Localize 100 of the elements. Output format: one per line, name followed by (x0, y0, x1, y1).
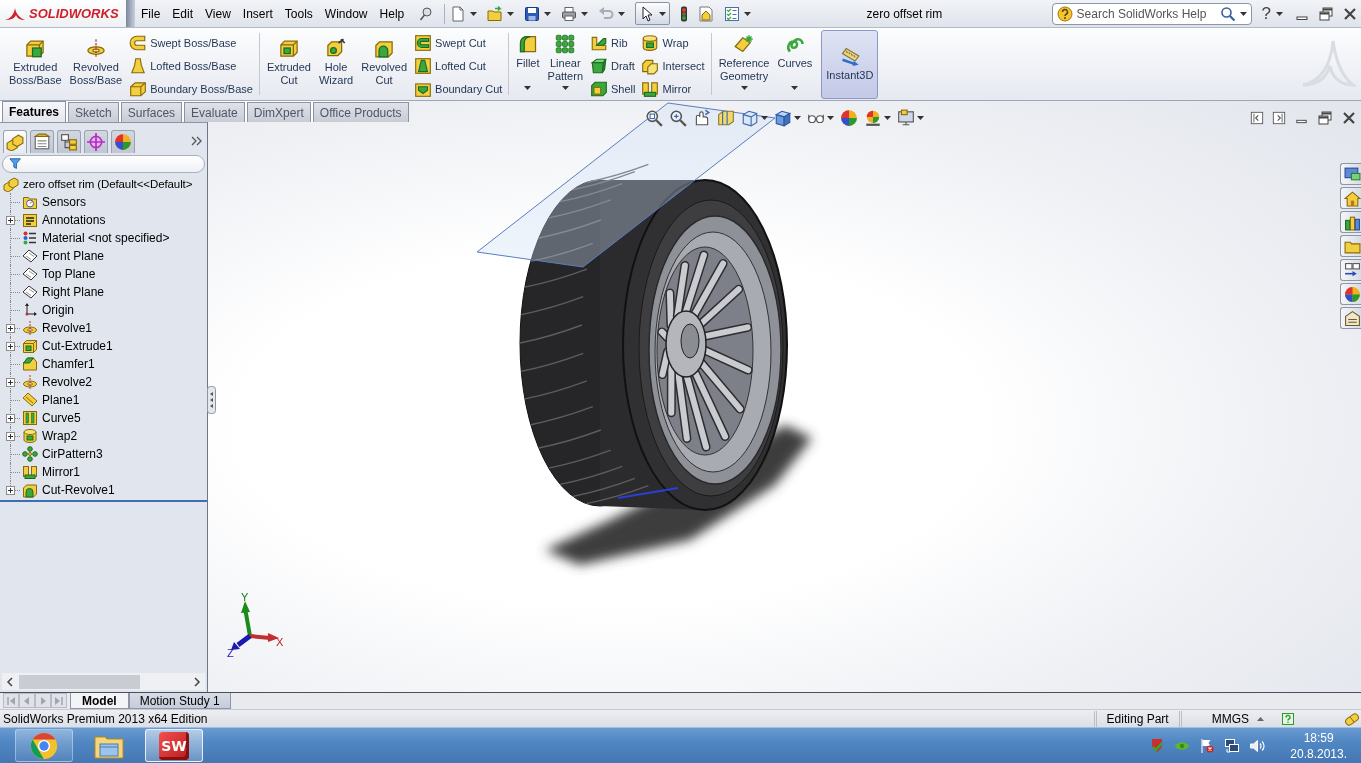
command-button[interactable]: Boundary Boss/Base (126, 77, 256, 100)
tree-item[interactable]: Annotations (22, 212, 106, 228)
tile-right-icon[interactable] (1272, 110, 1286, 125)
command-button[interactable]: Revolved Cut (357, 28, 412, 100)
clock-date[interactable]: 20.8.2013. (1290, 745, 1347, 762)
help-button[interactable]: ? (1258, 3, 1286, 24)
restore-icon[interactable] (1318, 5, 1334, 22)
command-button[interactable]: Reference Geometry (714, 28, 774, 100)
sphere-icon[interactable] (840, 108, 858, 127)
plus-box-icon[interactable] (6, 432, 15, 441)
tree-item[interactable]: Cut-Revolve1 (22, 482, 115, 498)
select-button[interactable] (635, 2, 671, 25)
caret-down-icon[interactable] (618, 11, 626, 16)
command-button[interactable]: Revolved Boss/Base (65, 28, 127, 100)
magnifier-icon[interactable] (669, 108, 687, 127)
caret-down-icon[interactable] (524, 86, 532, 90)
menu-item[interactable]: Edit (166, 3, 200, 24)
small-triangles-icon[interactable] (207, 386, 216, 414)
menu-item[interactable]: Insert (236, 3, 279, 24)
menu-item[interactable]: Tools (278, 3, 319, 24)
plus-box-icon[interactable] (6, 342, 15, 351)
task-pane-tab[interactable] (1340, 259, 1361, 281)
command-button[interactable]: Shell (587, 77, 639, 100)
command-button[interactable]: Swept Boss/Base (126, 31, 256, 54)
menu-item[interactable]: Help (373, 3, 411, 24)
hand-arrow-icon[interactable] (693, 108, 711, 127)
chevron-right-icon[interactable] (191, 675, 203, 688)
tree-item[interactable]: Top Plane (22, 266, 96, 282)
search-field[interactable]: Search SolidWorks Help (1051, 2, 1252, 25)
caret-down-icon[interactable] (884, 115, 891, 120)
pin-icon[interactable] (418, 5, 435, 22)
command-button[interactable]: Lofted Cut (411, 54, 506, 77)
command-button[interactable]: Extruded Boss/Base (5, 28, 66, 100)
tree-item[interactable]: Front Plane (22, 248, 105, 264)
caret-down-icon[interactable] (917, 115, 924, 120)
plus-box-icon[interactable] (6, 414, 15, 423)
printer-icon[interactable] (561, 5, 578, 22)
tree-item[interactable]: Plane1 (22, 392, 80, 408)
panel-tab[interactable] (84, 130, 108, 153)
caret-down-icon[interactable] (470, 11, 478, 16)
caret-down-icon[interactable] (794, 115, 801, 120)
double-chevron-icon[interactable] (190, 134, 203, 148)
command-button[interactable]: Mirror (638, 77, 708, 100)
caret-down-icon[interactable] (544, 11, 552, 16)
section-block-icon[interactable] (717, 108, 735, 127)
tab[interactable]: Surfaces (120, 102, 183, 122)
caret-down-icon[interactable] (744, 11, 752, 16)
command-button[interactable]: Swept Cut (411, 31, 506, 54)
tree-item[interactable]: zero offset rim (Default<<Default> (3, 176, 193, 192)
command-button[interactable]: Rib (587, 31, 639, 54)
horizontal-scrollbar[interactable] (2, 673, 205, 690)
checklist-icon[interactable] (724, 5, 741, 22)
document-house-icon[interactable] (698, 5, 715, 22)
command-button[interactable]: Lofted Boss/Base (126, 54, 256, 77)
command-button[interactable]: Linear Pattern (543, 28, 587, 100)
command-button[interactable]: Wrap (638, 31, 708, 54)
restore-icon[interactable] (1317, 109, 1333, 126)
command-button[interactable]: Intersect (638, 54, 708, 77)
tab[interactable]: Model (70, 693, 129, 709)
flag-x-icon[interactable] (1199, 737, 1216, 754)
panel-tab[interactable] (111, 130, 135, 153)
chevron-left-icon[interactable] (4, 675, 16, 688)
tree-item[interactable]: Revolve1 (22, 320, 93, 336)
plus-box-icon[interactable] (6, 216, 15, 225)
caret-down-icon[interactable] (561, 86, 569, 90)
task-pane-tab[interactable] (1340, 187, 1361, 209)
caret-down-icon[interactable] (507, 11, 515, 16)
command-button[interactable]: Hole Wizard (314, 28, 358, 100)
close-icon[interactable] (1341, 109, 1357, 126)
caret-down-icon[interactable] (740, 86, 748, 90)
caret-down-icon[interactable] (791, 86, 799, 90)
panel-tab[interactable] (3, 130, 27, 153)
task-pane-tab[interactable] (1340, 307, 1361, 329)
tree-item[interactable]: Wrap2 (22, 428, 78, 444)
tree-item[interactable]: Chamfer1 (22, 356, 95, 372)
task-pane-tab[interactable] (1340, 283, 1361, 305)
close-icon[interactable] (1342, 5, 1358, 22)
task-pane-tab[interactable] (1340, 235, 1361, 257)
tab[interactable]: Features (2, 101, 67, 122)
command-button[interactable]: Boundary Cut (411, 77, 506, 100)
tab[interactable]: DimXpert (246, 102, 311, 122)
help-box-icon[interactable] (1282, 712, 1294, 725)
tile-left-icon[interactable] (1250, 110, 1264, 125)
tree-item[interactable]: Cut-Extrude1 (22, 338, 113, 354)
caret-down-icon[interactable] (761, 115, 768, 120)
tab[interactable]: Motion Study 1 (128, 693, 231, 709)
panel-tab[interactable] (30, 130, 54, 153)
caret-down-icon[interactable] (581, 11, 589, 16)
units-button[interactable]: MMGS (1207, 711, 1268, 726)
command-button[interactable]: Extruded Cut (262, 28, 315, 100)
tree-item[interactable]: Origin (22, 302, 74, 318)
menu-item[interactable]: File (135, 3, 167, 24)
taskbar-button[interactable] (15, 729, 73, 762)
panel-tab[interactable] (57, 130, 81, 153)
task-pane-tab[interactable] (1340, 211, 1361, 233)
magnifier-box-icon[interactable] (645, 108, 663, 127)
menu-item[interactable]: View (199, 3, 237, 24)
command-button[interactable]: Fillet (512, 28, 544, 100)
tab[interactable]: Sketch (68, 102, 119, 122)
speaker-icon[interactable] (1249, 737, 1266, 754)
